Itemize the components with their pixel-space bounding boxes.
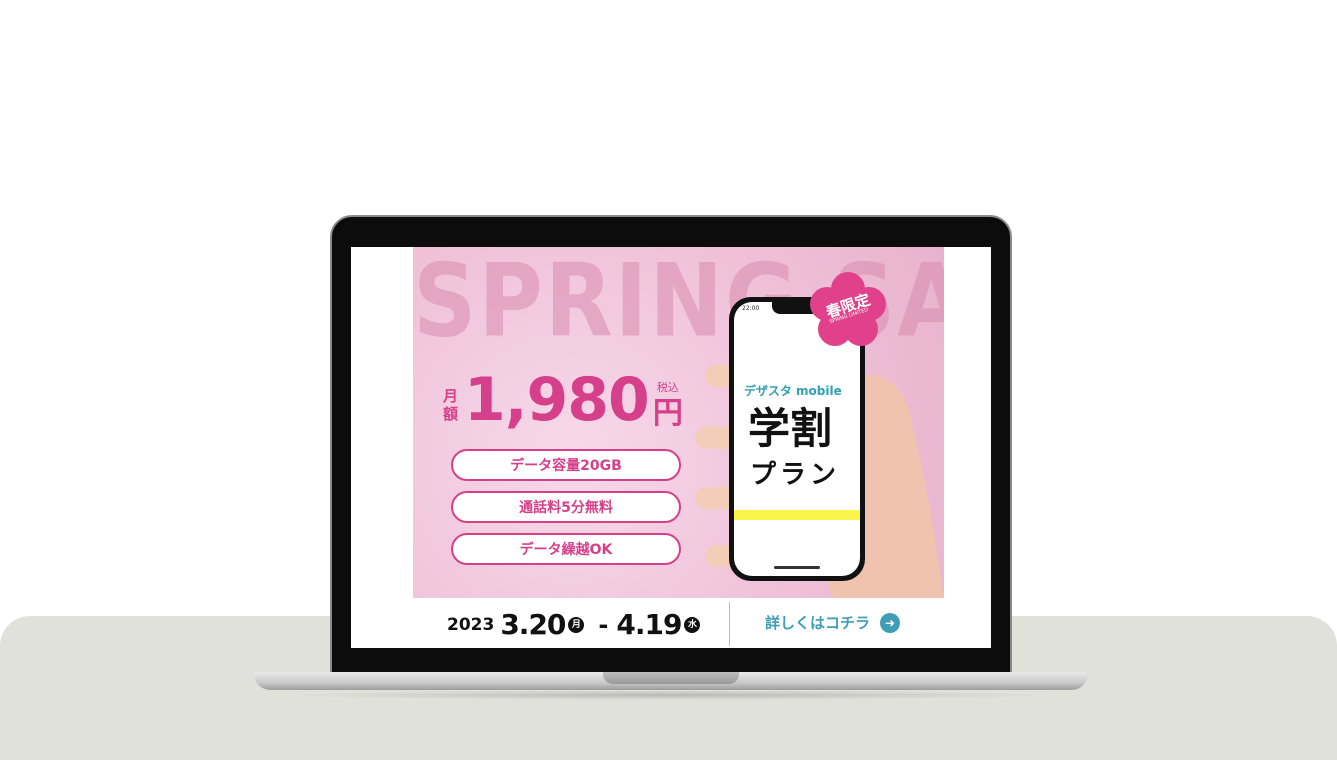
laptop-opening-notch <box>603 672 739 684</box>
feature-pill-call: 通話料5分無料 <box>451 491 681 523</box>
yen-symbol: 円 <box>652 396 683 431</box>
details-link-label: 詳しくはコチラ <box>765 614 871 632</box>
laptop-screen: SPRING SALE 月 額 1,980 税込 円 データ容量20GB 通話料… <box>351 247 991 648</box>
banner-footer: 2023 3.20 月 - 4.19 水 詳しくはコチラ ➜ <box>413 598 944 648</box>
stage: SPRING SALE 月 額 1,980 税込 円 データ容量20GB 通話料… <box>0 0 1337 760</box>
tax-label: 税込 <box>656 381 679 394</box>
date-dash: - <box>598 610 609 639</box>
feature-pill-rollover: データ繰越OK <box>451 533 681 565</box>
plan-subtitle: プラン <box>750 460 841 490</box>
phone-time: 22:00 <box>742 305 760 312</box>
end-day-badge: 水 <box>684 616 701 633</box>
arrow-right-icon: ➜ <box>880 612 901 633</box>
monthly-label-2: 額 <box>443 405 459 423</box>
highlight-bar <box>734 510 860 520</box>
details-link[interactable]: 詳しくはコチラ ➜ <box>765 612 901 633</box>
monthly-label: 月 額 <box>443 387 458 423</box>
monthly-label-1: 月 <box>443 387 459 405</box>
price-amount: 1,980 <box>464 365 650 435</box>
yen-block: 税込 円 <box>653 379 683 431</box>
start-day-badge: 月 <box>568 616 585 633</box>
laptop-shadow <box>280 690 1060 700</box>
price-block: 月 額 1,980 税込 円 <box>443 369 683 431</box>
start-date: 3.20 <box>500 608 566 641</box>
brand-logo: デザスタ mobile <box>744 384 842 398</box>
end-date: 4.19 <box>616 608 682 641</box>
sale-year: 2023 <box>447 614 495 635</box>
sale-period: 2023 3.20 月 - 4.19 水 <box>447 608 706 641</box>
plan-title: 学割 <box>748 404 833 453</box>
home-indicator <box>774 566 820 569</box>
footer-divider <box>729 602 730 646</box>
promo-banner[interactable]: SPRING SALE 月 額 1,980 税込 円 データ容量20GB 通話料… <box>413 247 944 598</box>
feature-pill-data: データ容量20GB <box>451 449 681 481</box>
